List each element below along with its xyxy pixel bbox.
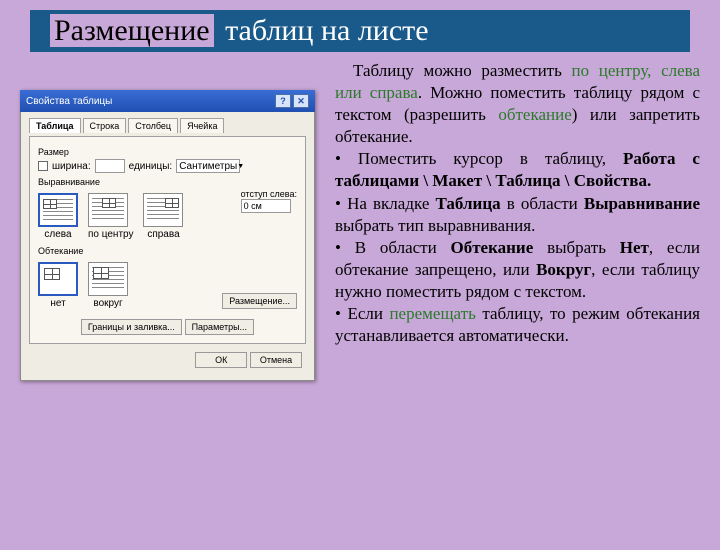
- dialog-titlebar: Свойства таблицы ? ✕: [20, 90, 315, 112]
- params-button[interactable]: Параметры...: [185, 319, 254, 335]
- cancel-button[interactable]: Отмена: [250, 352, 302, 368]
- chevron-down-icon: ▼: [237, 163, 244, 170]
- wrap-around[interactable]: [88, 262, 128, 296]
- t: Таблица: [436, 194, 501, 213]
- t: • В области: [335, 238, 450, 257]
- tab-column[interactable]: Столбец: [128, 118, 178, 133]
- align-left-label: слева: [38, 229, 78, 240]
- title-pre: Размещение: [50, 14, 214, 47]
- align-group-label: Выравнивание: [38, 177, 297, 187]
- wrap-none-label: нет: [38, 298, 78, 309]
- close-icon[interactable]: ✕: [293, 94, 309, 108]
- title-post: таблиц на листе: [221, 14, 433, 47]
- t: обтекание: [498, 105, 571, 124]
- body-text: Таблицу можно разместить по центру, слев…: [320, 60, 700, 381]
- indent-input[interactable]: 0 см: [241, 199, 291, 213]
- units-value: Сантиметры: [179, 161, 237, 172]
- borders-button[interactable]: Границы и заливка...: [81, 319, 182, 335]
- align-center[interactable]: [88, 193, 128, 227]
- t: Выравнивание: [584, 194, 700, 213]
- width-checkbox[interactable]: [38, 161, 48, 171]
- t: Вокруг: [536, 260, 591, 279]
- units-select[interactable]: Сантиметры ▼: [176, 159, 240, 173]
- align-center-label: по центру: [88, 229, 133, 240]
- wrap-around-label: вокруг: [88, 298, 128, 309]
- t: • На вкладке: [335, 194, 436, 213]
- ok-button[interactable]: ОК: [195, 352, 247, 368]
- wrap-none[interactable]: [38, 262, 78, 296]
- dialog-title-text: Свойства таблицы: [26, 96, 112, 107]
- t: Обтекание: [450, 238, 533, 257]
- units-label: единицы:: [129, 161, 173, 172]
- indent-value: 0 см: [244, 201, 262, 211]
- tab-table[interactable]: Таблица: [29, 118, 81, 133]
- t: в области: [501, 194, 584, 213]
- t: • Поместить курсор в таблицу,: [335, 149, 623, 168]
- t: перемещать: [389, 304, 475, 323]
- t: выбрать: [533, 238, 619, 257]
- t: Таблицу можно разместить: [353, 61, 572, 80]
- wrap-group-label: Обтекание: [38, 246, 297, 256]
- help-icon[interactable]: ?: [275, 94, 291, 108]
- t: Нет: [620, 238, 649, 257]
- indent-label: отступ слева:: [241, 189, 297, 199]
- t: выбрать тип выравнивания.: [335, 216, 535, 235]
- width-label: ширина:: [52, 161, 91, 172]
- slide-title: Размещение таблиц на листе: [30, 10, 690, 52]
- align-right-label: справа: [143, 229, 183, 240]
- width-input[interactable]: [95, 159, 125, 173]
- tab-row[interactable]: Строка: [83, 118, 127, 133]
- t: • Если: [335, 304, 389, 323]
- size-group-label: Размер: [38, 147, 297, 157]
- tab-cell[interactable]: Ячейка: [180, 118, 224, 133]
- align-left[interactable]: [38, 193, 78, 227]
- align-right[interactable]: [143, 193, 183, 227]
- table-properties-dialog: Свойства таблицы ? ✕ Таблица Строка Стол…: [20, 90, 315, 381]
- position-button[interactable]: Размещение...: [222, 293, 297, 309]
